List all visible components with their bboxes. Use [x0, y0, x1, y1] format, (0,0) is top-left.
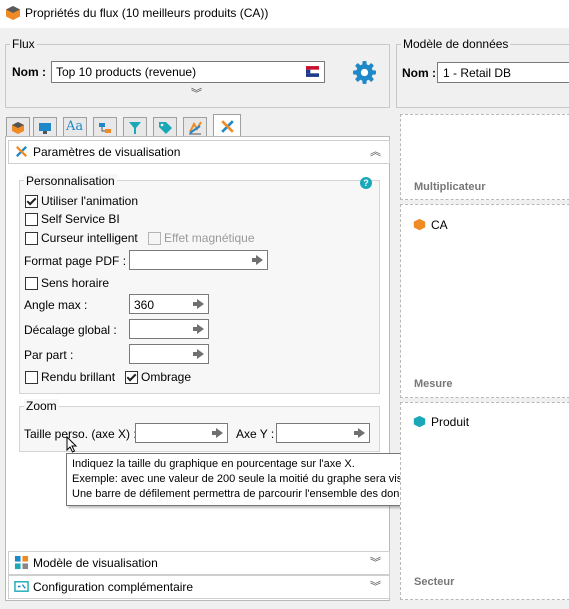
clockwise-checkbox[interactable]	[25, 277, 38, 290]
filter-icon	[129, 122, 141, 134]
collapse-chevron-icon[interactable]: ︽	[370, 146, 381, 157]
magnetic-effect-label: Effet magnétique	[164, 231, 255, 245]
arrow-right-icon[interactable]	[193, 324, 204, 334]
font-icon: Aa	[66, 119, 84, 134]
help-icon[interactable]: ?	[360, 177, 372, 189]
shadow-checkbox[interactable]	[125, 371, 138, 384]
tab-chart[interactable]	[183, 117, 207, 137]
monitor-icon	[39, 123, 51, 134]
tab-tools[interactable]	[213, 114, 241, 137]
pdf-format-label: Format page PDF :	[24, 254, 127, 268]
clockwise-label[interactable]: Sens horaire	[41, 276, 109, 290]
arrow-right-icon[interactable]	[252, 255, 263, 265]
extra-config-header[interactable]: Configuration complémentaire ︾	[8, 575, 390, 599]
magnetic-effect-checkbox	[148, 232, 161, 245]
zoom-tooltip: Indiquez la taille du graphique en pourc…	[66, 453, 433, 506]
tab-tag[interactable]	[153, 117, 177, 137]
max-angle-value: 360	[134, 298, 155, 312]
tab-shape[interactable]	[6, 117, 30, 137]
tooltip-line-1: Indiquez la taille du graphique en pourc…	[72, 458, 355, 470]
pdf-format-input[interactable]	[129, 250, 268, 270]
sector-zone-title: Secteur	[414, 576, 455, 588]
flux-name-label: Nom :	[12, 65, 46, 79]
tab-filter[interactable]	[123, 117, 147, 137]
window-title: Propriétés du flux (10 meilleurs produit…	[25, 6, 269, 20]
shadow-label[interactable]: Ombrage	[141, 370, 191, 384]
extra-config-icon	[14, 581, 29, 592]
extra-config-title: Configuration complémentaire	[33, 580, 194, 594]
model-group-label: Modèle de données	[401, 37, 511, 51]
personalisation-legend: Personnalisation	[24, 174, 117, 188]
shape-icon	[12, 122, 24, 134]
measure-item-label[interactable]: CA	[431, 218, 448, 232]
multiplier-zone-title: Multiplicateur	[414, 181, 486, 193]
arrow-right-icon[interactable]	[212, 428, 223, 438]
global-offset-label: Décalage global :	[24, 323, 117, 337]
custom-size-y-input[interactable]	[276, 423, 370, 443]
custom-size-label: Taille perso. (axe X) :	[24, 427, 137, 441]
self-service-label[interactable]: Self Service BI	[41, 212, 120, 226]
flux-expand-chevron-icon[interactable]: ︾	[191, 88, 202, 99]
per-part-label: Par part :	[24, 348, 74, 362]
global-offset-input[interactable]	[129, 319, 209, 339]
zoom-legend: Zoom	[24, 399, 59, 413]
model-select[interactable]: 1 - Retail DB	[437, 62, 569, 83]
tooltip-line-3: Une barre de défilement permettra de par…	[72, 488, 427, 500]
per-part-input[interactable]	[129, 344, 209, 364]
flux-name-input[interactable]: Top 10 products (revenue)	[51, 61, 325, 83]
flux-group-label: Flux	[10, 37, 37, 51]
arrow-right-icon[interactable]	[193, 349, 204, 359]
self-service-checkbox[interactable]	[25, 213, 38, 226]
glossy-checkbox[interactable]	[25, 371, 38, 384]
use-animation-label[interactable]: Utiliser l'animation	[41, 194, 138, 208]
expand-chevron-icon[interactable]: ︾	[370, 557, 381, 568]
app-icon	[6, 6, 20, 20]
arrow-right-icon[interactable]	[354, 428, 365, 438]
visual-params-title: Paramètres de visualisation	[33, 145, 181, 159]
tab-font[interactable]: Aa	[63, 117, 87, 137]
visual-model-title: Modèle de visualisation	[33, 556, 158, 570]
measure-zone-title: Mesure	[414, 378, 453, 390]
sector-item-label[interactable]: Produit	[431, 415, 469, 429]
french-flag-icon[interactable]	[306, 66, 319, 77]
expand-chevron-icon[interactable]: ︾	[370, 581, 381, 592]
glossy-label[interactable]: Rendu brillant	[41, 370, 115, 384]
use-animation-checkbox[interactable]	[25, 195, 38, 208]
gear-icon[interactable]	[352, 60, 377, 85]
tab-display[interactable]	[33, 117, 57, 137]
sector-zone[interactable]	[400, 402, 569, 600]
measure-zone[interactable]	[400, 204, 569, 398]
visual-model-header[interactable]: Modèle de visualisation ︾	[8, 551, 390, 575]
tab-link[interactable]	[93, 117, 117, 137]
smart-cursor-checkbox[interactable]	[25, 232, 38, 245]
measure-item-icon	[413, 218, 426, 231]
sector-item-icon	[413, 415, 426, 428]
arrow-right-icon[interactable]	[193, 299, 204, 309]
link-icon	[99, 123, 111, 133]
visual-model-icon	[14, 555, 29, 570]
axis-y-label: Axe Y :	[236, 427, 275, 441]
max-angle-label: Angle max :	[24, 298, 88, 312]
tools-icon	[221, 120, 234, 133]
smart-cursor-label[interactable]: Curseur intelligent	[41, 231, 138, 245]
chart-icon	[189, 121, 202, 135]
tools-icon	[15, 145, 28, 158]
model-name-label: Nom :	[402, 66, 436, 80]
max-angle-input[interactable]: 360	[129, 294, 209, 314]
tooltip-line-2: Exemple: avec une valeur de 200 seule la…	[72, 473, 423, 485]
title-bar: Propriétés du flux (10 meilleurs produit…	[0, 0, 569, 28]
model-select-value: 1 - Retail DB	[443, 66, 512, 80]
custom-size-x-input[interactable]	[135, 423, 228, 443]
mouse-cursor-icon	[66, 436, 78, 453]
visual-params-header[interactable]: Paramètres de visualisation ︽	[8, 140, 390, 164]
tag-icon	[159, 122, 172, 134]
flux-name-value: Top 10 products (revenue)	[56, 65, 197, 79]
